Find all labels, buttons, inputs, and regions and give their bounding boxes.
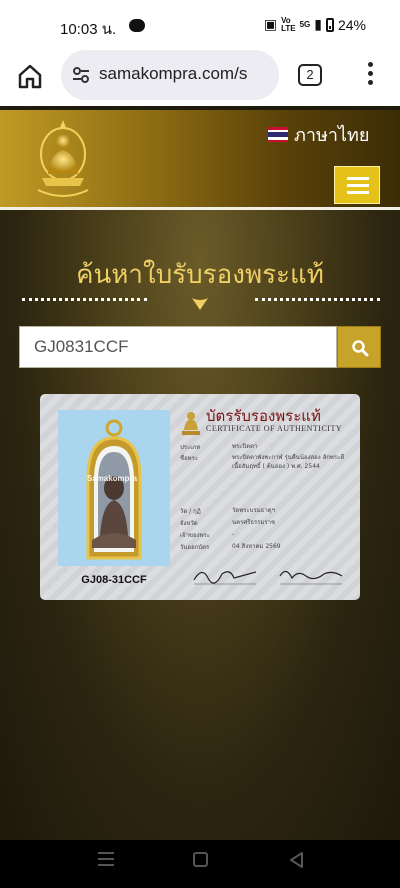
buddha-logo[interactable] bbox=[30, 116, 96, 202]
signature-right bbox=[279, 570, 343, 585]
signal-icon: ▮ bbox=[314, 16, 322, 32]
battery-icon bbox=[325, 17, 334, 32]
certificate-code: GJ08-31CCF bbox=[81, 574, 147, 586]
certificate-card[interactable]: Samakompra GJ08-31CCF บัตรรับรองพระแท้ C… bbox=[40, 394, 360, 600]
amulet-image bbox=[86, 419, 142, 560]
recents-icon[interactable] bbox=[98, 852, 114, 866]
system-nav-bar bbox=[0, 840, 400, 888]
volte-icon: Vo LTE bbox=[281, 15, 296, 33]
certificate-title-en: CERTIFICATE OF AUTHENTICITY bbox=[206, 424, 343, 433]
dotted-divider-left bbox=[22, 298, 147, 301]
chevron-down-icon bbox=[192, 298, 208, 310]
dotted-divider-right bbox=[255, 298, 380, 301]
photo-watermark: Samakompra bbox=[86, 474, 138, 483]
browser-menu-icon[interactable] bbox=[362, 62, 378, 88]
site-settings-icon[interactable] bbox=[71, 65, 91, 85]
search-form bbox=[19, 326, 381, 368]
search-button[interactable] bbox=[337, 326, 381, 368]
home-icon[interactable] bbox=[14, 60, 46, 92]
status-bar: 10:03 น. ▣ Vo LTE 5G ▮ 24% bbox=[0, 0, 400, 46]
back-icon[interactable] bbox=[288, 851, 304, 869]
clock: 10:03 น. bbox=[60, 21, 117, 38]
status-icons: ▣ Vo LTE 5G ▮ 24% bbox=[264, 16, 366, 33]
search-icon bbox=[352, 340, 369, 357]
language-label: ภาษาไทย bbox=[294, 125, 370, 146]
menu-button[interactable] bbox=[334, 166, 380, 204]
browser-toolbar: samakompra.com/s 2 bbox=[0, 46, 400, 106]
amulet-photo: Samakompra bbox=[58, 410, 170, 566]
search-input[interactable] bbox=[19, 326, 337, 368]
buddha-seal-icon bbox=[182, 412, 200, 435]
address-bar[interactable]: samakompra.com/s bbox=[61, 50, 279, 100]
network-type: 5G bbox=[299, 19, 311, 29]
signature-left bbox=[193, 571, 257, 585]
language-switcher[interactable]: ภาษาไทย bbox=[268, 120, 369, 149]
line-app-icon bbox=[129, 19, 145, 32]
site-header: ภาษาไทย bbox=[0, 110, 400, 210]
home-nav-icon[interactable] bbox=[193, 852, 208, 867]
battery-level: 24% bbox=[337, 16, 366, 33]
tab-switcher-button[interactable]: 2 bbox=[298, 64, 322, 86]
url-text: samakompra.com/s bbox=[99, 64, 248, 83]
nfc-icon: ▣ bbox=[263, 16, 278, 32]
page-title: ค้นหาใบรับรองพระแท้ bbox=[76, 260, 324, 290]
thai-flag-icon bbox=[268, 127, 288, 142]
main-content: ค้นหาใบรับรองพระแท้ Samakompra bbox=[0, 210, 400, 840]
